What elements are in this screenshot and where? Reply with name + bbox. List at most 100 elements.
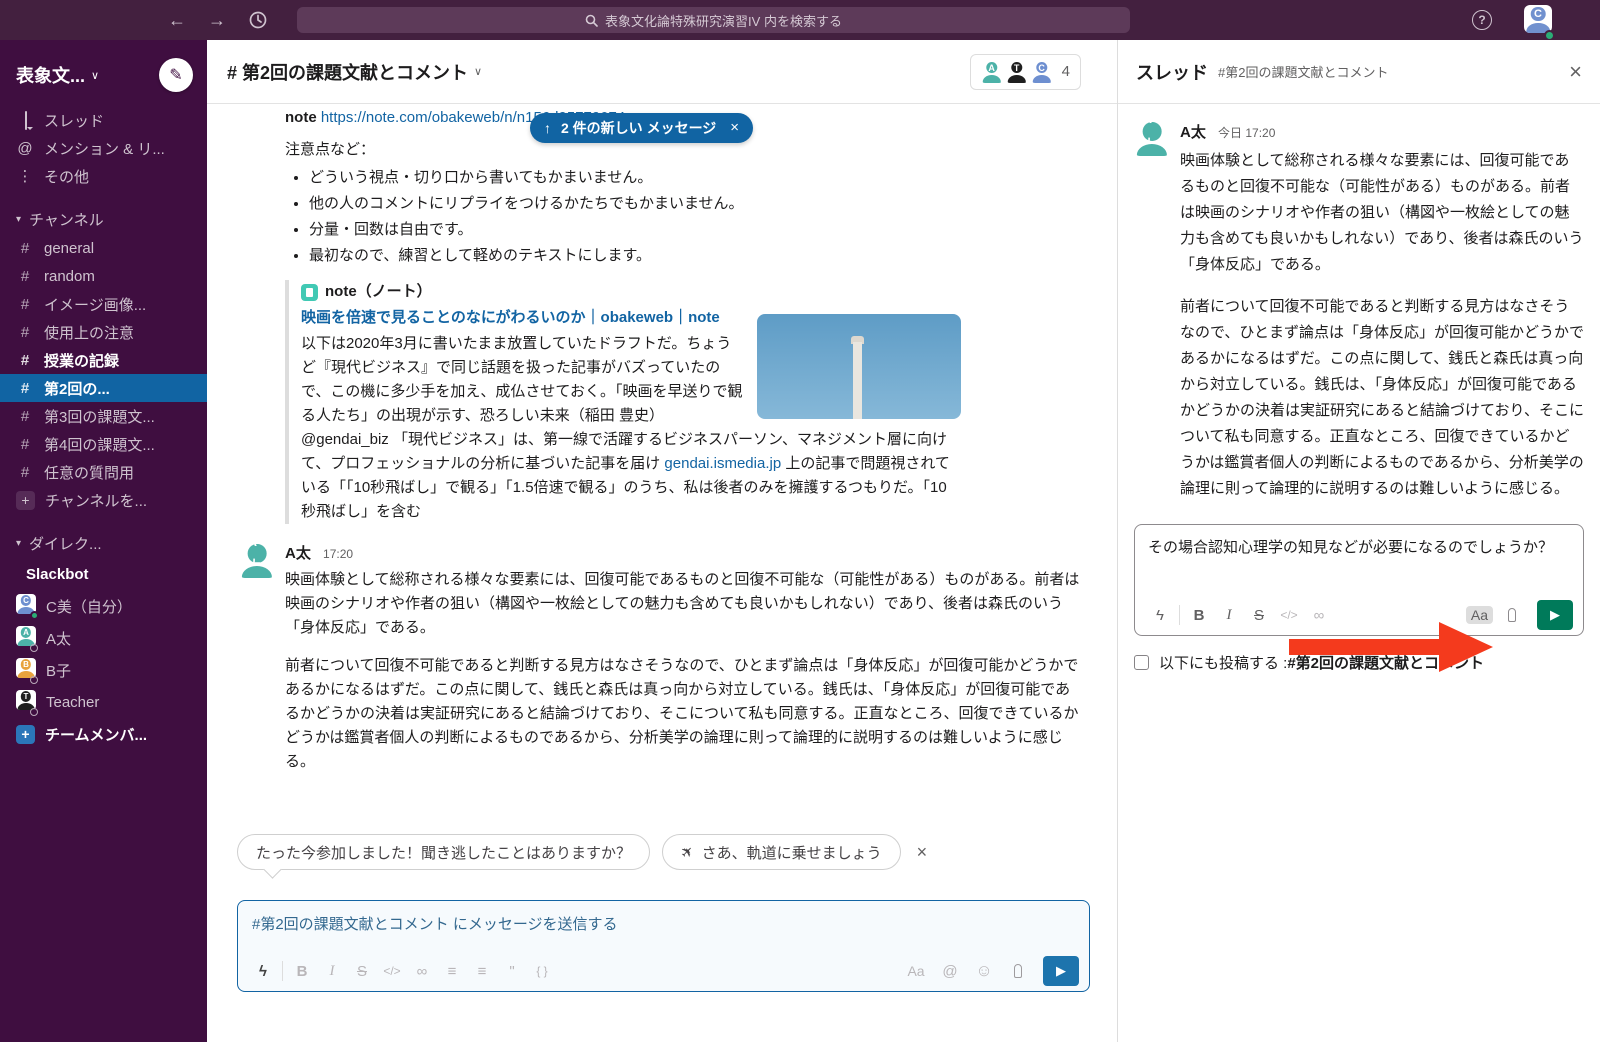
close-icon[interactable]: × [917,842,928,863]
composer-placeholder[interactable]: #第2回の課題文献とコメント にメッセージを送信する [238,901,1089,934]
italic-icon[interactable]: I [317,963,347,980]
sidebar-channel-class-records[interactable]: # 授業の記録 [0,346,207,374]
search-bar[interactable]: 表象文化論特殊研究演習IV 内を検索する [297,7,1130,33]
history-forward-icon[interactable]: → [208,10,226,31]
close-icon[interactable]: × [1569,59,1582,85]
sidebar-channel-session2-active[interactable]: # 第2回の... [0,374,207,402]
avatar[interactable]: A太 [1134,120,1170,156]
new-messages-banner[interactable]: ↑ 2 件の新しい メッセージ × [530,113,753,143]
message-paragraph: 映画体験として総称される様々な要素には、回復可能であるものと回復不可能な（可能性… [285,568,1085,640]
sidebar-channel-random[interactable]: # random [0,262,207,290]
dm-section-header[interactable]: ▾ ダイレク... [0,528,207,558]
suggestion-pill-1[interactable]: たった今参加しました！聞き逃したことはありますか？ [237,834,650,870]
reply-draft-text[interactable]: その場合認知心理学の知見などが必要になるのでしょうか？ [1135,525,1583,560]
sidebar-channel-images[interactable]: # イメージ画像... [0,290,207,318]
history-clock-icon[interactable] [248,10,268,30]
suggestion-pill-2[interactable]: ✈ さあ、軌道に乗せましょう [662,834,901,870]
thread-reply-composer[interactable]: その場合認知心理学の知見などが必要になるのでしょうか？ ϟ B I S </> … [1134,524,1584,636]
plus-icon: + [16,491,35,510]
also-send-text: 以下にも投稿する : [1159,655,1287,672]
notes-bullet-list: どういう視点・切り口から書いてもかまいません。 他の人のコメントにリプライをつけ… [309,166,1097,268]
member-count-button[interactable]: A T C 4 [970,54,1081,90]
sidebar-channel-usage-notes[interactable]: # 使用上の注意 [0,318,207,346]
also-send-row[interactable]: 以下にも投稿する :#第2回の課題文献とコメント [1134,652,1584,673]
new-messages-text: 2 件の新しい メッセージ [561,116,716,140]
account-avatar[interactable]: C [1524,5,1552,38]
avatar: T [16,690,36,714]
sidebar-channel-general[interactable]: # general [0,234,207,262]
link-icon[interactable]: ∞ [407,963,437,980]
dm-a-ta[interactable]: A A太 [0,622,207,654]
attach-icon[interactable] [1014,964,1022,978]
avatar[interactable]: A太 [239,542,275,578]
text-format-icon[interactable]: Aa [1466,606,1493,624]
sidebar-channel-questions[interactable]: # 任意の質問用 [0,458,207,486]
workspace-chevron-icon: ∨ [91,69,99,82]
sidebar-item-threads[interactable]: スレッド [0,106,207,134]
dm-label: Teacher [46,694,99,711]
sidebar-channel-session3[interactable]: # 第3回の課題文... [0,402,207,430]
dm-label: Slackbot [26,566,89,583]
attach-icon[interactable] [1508,608,1516,622]
channel-title[interactable]: # 第2回の課題文献とコメント [227,59,468,85]
code-icon[interactable]: </> [1274,608,1304,622]
message-paragraph: 映画体験として総称される様々な要素には、回復可能であるものと回復不可能な（可能性… [1180,148,1584,278]
message-timestamp[interactable]: 今日 17:20 [1218,126,1275,140]
message-author[interactable]: A太 [1180,124,1206,141]
add-teammates-button[interactable]: + チームメンバ... [0,718,207,750]
help-icon[interactable]: ? [1472,10,1492,30]
channels-section-header[interactable]: ▾ チャンネル [0,204,207,234]
shortcuts-icon[interactable]: ϟ [1145,607,1175,624]
strikethrough-icon[interactable]: S [1244,607,1274,624]
workspace-name[interactable]: 表象文... [16,62,85,88]
hash-icon: # [16,324,34,341]
text-format-icon[interactable]: Aa [901,963,931,979]
message-author[interactable]: A太 [285,545,311,562]
channel-label: general [44,240,94,257]
note-word: note [285,109,317,126]
message-composer[interactable]: #第2回の課題文献とコメント にメッセージを送信する ϟ B I S </> ∞… [237,900,1090,992]
code-block-icon[interactable]: { } [527,964,557,978]
thread-channel-name[interactable]: #第2回の課題文献とコメント [1218,62,1388,81]
dm-label: A太 [46,628,71,649]
suggestion-text: たった今参加しました！聞き逃したことはありますか？ [256,842,631,863]
dm-b-ko[interactable]: B B子 [0,654,207,686]
dm-teacher[interactable]: T Teacher [0,686,207,718]
sidebar-item-mentions[interactable]: @ メンション & リ... [0,134,207,162]
bullet-item: 分量・回数は自由です。 [309,218,1097,242]
sidebar-item-label: スレッド [44,110,104,131]
link-icon[interactable]: ∞ [1304,607,1334,624]
italic-icon[interactable]: I [1214,607,1244,624]
message-timestamp[interactable]: 17:20 [323,547,353,561]
avatar: C [16,594,36,618]
bullet-item: 他の人のコメントにリプライをつけるかたちでもかまいません。 [309,192,1097,216]
blockquote-icon[interactable]: " [497,963,527,980]
add-channel-button[interactable]: + チャンネルを... [0,486,207,514]
close-icon[interactable]: × [730,116,739,140]
thread-send-button[interactable]: ▶ [1537,600,1573,630]
emoji-icon[interactable]: ☺ [969,961,999,981]
code-icon[interactable]: </> [377,964,407,978]
send-button[interactable]: ▶ [1043,956,1079,986]
bold-icon[interactable]: B [1184,607,1214,624]
dm-self[interactable]: C C美（自分） [0,590,207,622]
bullet-list-icon[interactable]: ≡ [467,963,497,980]
sidebar-channel-session4[interactable]: # 第4回の課題文... [0,430,207,458]
dm-slackbot[interactable]: Slackbot [0,558,207,590]
shortcuts-icon[interactable]: ϟ [248,963,278,980]
also-send-channel[interactable]: #第2回の課題文献とコメント [1287,655,1484,672]
slack-app: ← → 表象文化論特殊研究演習IV 内を検索する ? C 表象文... [0,0,1600,1042]
also-send-checkbox[interactable] [1134,655,1149,670]
card-inline-link[interactable]: gendai.ismedia.jp [664,455,781,472]
history-back-icon[interactable]: ← [168,10,186,31]
up-arrow-icon: ↑ [544,116,551,140]
ordered-list-icon[interactable]: ≡ [437,963,467,980]
sidebar-item-more[interactable]: ⋮ その他 [0,162,207,190]
link-preview-thumbnail[interactable] [757,314,961,419]
bold-icon[interactable]: B [287,963,317,980]
compose-button[interactable]: ✎ [159,58,193,92]
strikethrough-icon[interactable]: S [347,963,377,980]
mentions-icon: @ [16,140,34,157]
hash-icon: # [16,436,34,453]
mention-icon[interactable]: @ [935,963,965,980]
